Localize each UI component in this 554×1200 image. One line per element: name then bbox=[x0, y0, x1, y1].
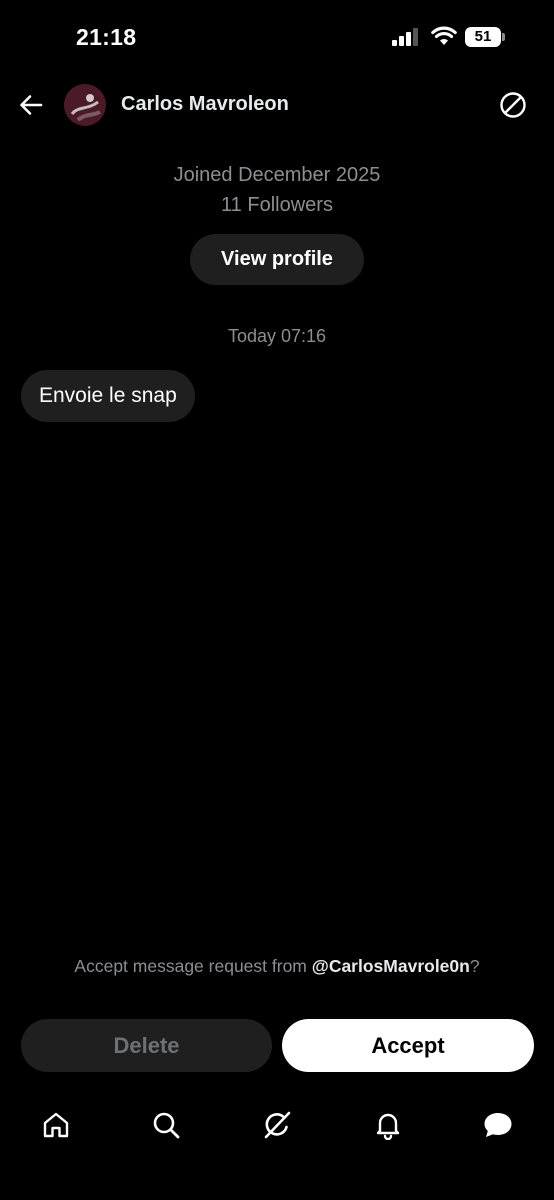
grok-icon bbox=[264, 1111, 291, 1139]
request-prompt: Accept message request from @CarlosMavro… bbox=[0, 956, 554, 977]
request-prefix: Accept message request from bbox=[74, 956, 312, 976]
nav-search[interactable] bbox=[149, 1108, 183, 1142]
dm-request-screen: 21:18 51 Carlos Mavroleon Joined Decembe… bbox=[0, 0, 554, 1200]
request-suffix: ? bbox=[469, 956, 480, 976]
battery-tip bbox=[502, 33, 505, 41]
back-arrow-icon bbox=[20, 95, 43, 115]
cellular-signal-icon bbox=[392, 28, 418, 46]
status-bar: 21:18 51 bbox=[0, 0, 554, 76]
nav-notifications[interactable] bbox=[371, 1108, 405, 1142]
block-button[interactable] bbox=[496, 88, 530, 122]
back-button[interactable] bbox=[14, 88, 48, 122]
conversation-header: Carlos Mavroleon bbox=[0, 76, 554, 136]
joined-date: Joined December 2025 bbox=[173, 164, 381, 186]
nav-home[interactable] bbox=[39, 1108, 73, 1142]
followers-count: 11 Followers bbox=[221, 194, 333, 216]
message-timestamp: Today 07:16 bbox=[227, 326, 327, 346]
received-message[interactable]: Envoie le snap bbox=[21, 370, 195, 422]
battery-icon: 51 bbox=[465, 27, 505, 47]
battery-level: 51 bbox=[474, 28, 492, 45]
delete-button[interactable]: Delete bbox=[21, 1019, 272, 1072]
accept-button[interactable]: Accept bbox=[282, 1019, 534, 1072]
notifications-icon bbox=[376, 1113, 400, 1140]
home-icon bbox=[43, 1112, 69, 1138]
view-profile-button[interactable]: View profile bbox=[190, 234, 364, 285]
search-icon bbox=[153, 1112, 180, 1139]
wifi-icon bbox=[431, 26, 457, 45]
messages-icon bbox=[484, 1113, 512, 1137]
nav-messages[interactable] bbox=[481, 1108, 515, 1142]
block-icon bbox=[500, 92, 526, 118]
nav-grok[interactable] bbox=[260, 1108, 294, 1142]
bottom-nav bbox=[0, 1100, 554, 1152]
avatar-image bbox=[64, 84, 106, 126]
status-time: 21:18 bbox=[76, 24, 137, 50]
request-handle[interactable]: @CarlosMavrole0n bbox=[312, 956, 470, 976]
avatar[interactable] bbox=[64, 84, 106, 126]
header-name[interactable]: Carlos Mavroleon bbox=[121, 93, 289, 116]
